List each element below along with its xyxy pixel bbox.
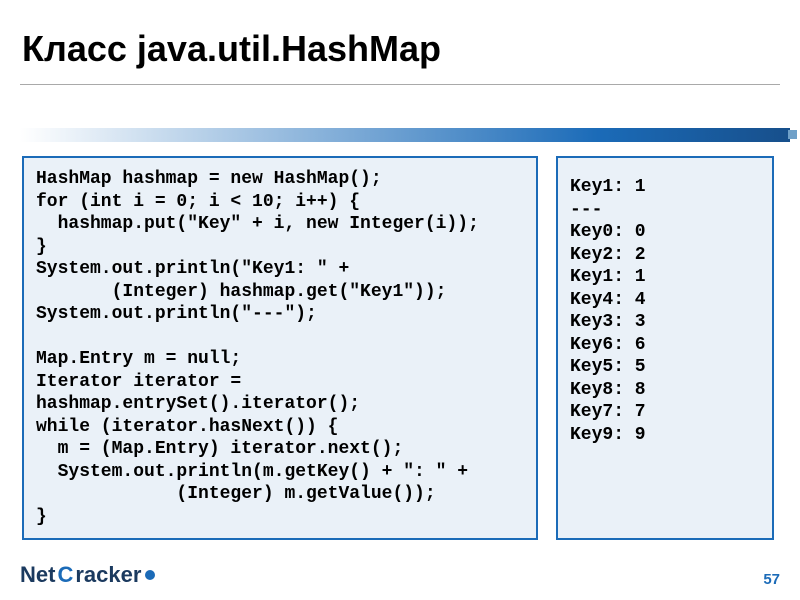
title-divider — [20, 84, 780, 85]
netcracker-logo: NetCracker — [20, 562, 155, 588]
slide-title: Класс java.util.HashMap — [0, 0, 800, 80]
logo-dot-icon — [145, 570, 155, 580]
footer: NetCracker 57 — [20, 562, 780, 588]
logo-c: C — [57, 562, 73, 588]
gradient-bar — [20, 128, 790, 142]
slide: Класс java.util.HashMap HashMap hashmap … — [0, 0, 800, 600]
corner-square-icon — [788, 130, 797, 139]
logo-cracker: racker — [75, 562, 141, 588]
content-area: HashMap hashmap = new HashMap(); for (in… — [22, 156, 774, 540]
output-block-right: Key1: 1 --- Key0: 0 Key2: 2 Key1: 1 Key4… — [556, 156, 774, 540]
page-number: 57 — [763, 571, 780, 588]
code-block-left: HashMap hashmap = new HashMap(); for (in… — [22, 156, 538, 540]
logo-net: Net — [20, 562, 55, 588]
